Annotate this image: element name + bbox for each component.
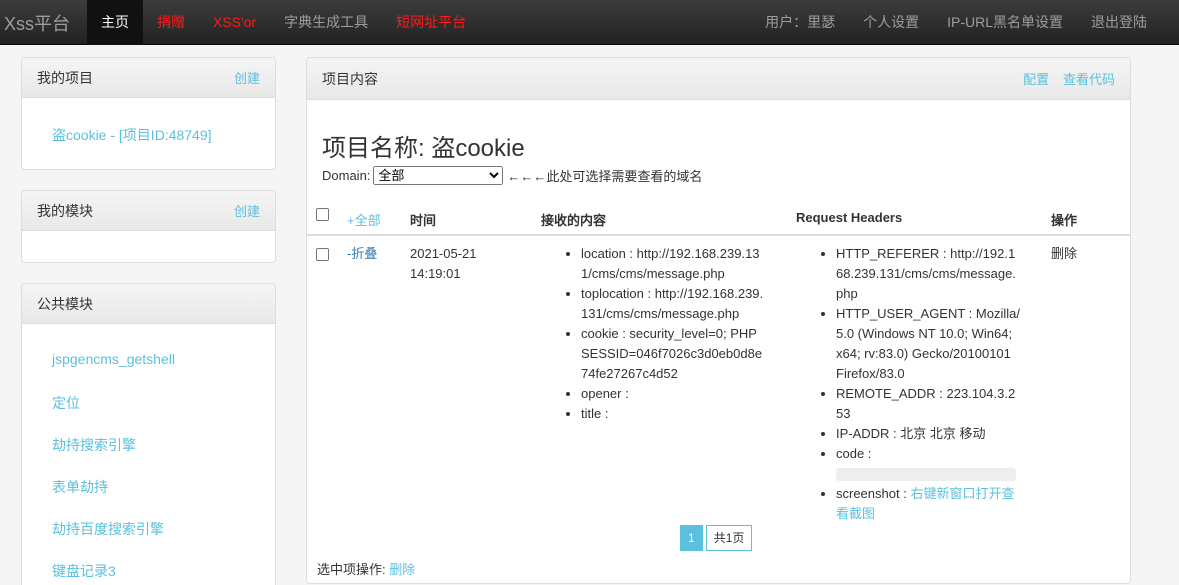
pagination: 1 共1页	[680, 525, 755, 551]
domain-label: Domain:	[322, 168, 371, 183]
list-item: toplocation : http://192.168.239.131/cms…	[581, 284, 765, 324]
nav-home[interactable]: 主页	[87, 0, 143, 45]
col-received: 接收的内容	[541, 213, 607, 228]
project-name-heading: 项目名称: 盗cookie	[322, 135, 525, 162]
project-content-panel: 项目内容 配置 查看代码 项目名称: 盗cookie Domain: 全部 ←←…	[306, 57, 1131, 584]
list-item: opener :	[581, 384, 765, 404]
nav-logout[interactable]: 退出登陆	[1077, 0, 1161, 45]
page-current[interactable]: 1	[680, 525, 703, 551]
project-content-title: 项目内容	[322, 70, 378, 87]
list-item: 定位	[52, 393, 275, 435]
nav-donate[interactable]: 捐赠	[143, 0, 199, 45]
row-checkbox[interactable]	[316, 248, 329, 261]
list-item: HTTP_REFERER : http://192.168.239.131/cm…	[836, 244, 1020, 304]
module-link[interactable]: 表单劫持	[52, 479, 108, 495]
public-modules-title: 公共模块	[37, 295, 93, 312]
project-content-header: 项目内容 配置 查看代码	[307, 58, 1130, 100]
table-header: +全部 时间 接收的内容 Request Headers 操作	[307, 200, 1130, 236]
my-projects-title: 我的项目	[37, 69, 93, 86]
nav-xssor[interactable]: XSS'or	[199, 0, 270, 45]
received-content: location : http://192.168.239.131/cms/cm…	[565, 244, 765, 424]
public-modules-header: 公共模块	[22, 284, 275, 324]
nav-settings[interactable]: 个人设置	[849, 0, 933, 45]
nav-short-url[interactable]: 短网址平台	[382, 0, 480, 45]
list-item: title :	[581, 404, 765, 424]
nav-blacklist[interactable]: IP-URL黑名单设置	[933, 0, 1077, 45]
list-item: 键盘记录3	[52, 561, 275, 585]
batch-delete-link[interactable]: 删除	[389, 562, 415, 577]
list-item: jspgencms_getshell	[52, 351, 275, 393]
domain-select[interactable]: 全部	[373, 166, 504, 185]
module-link[interactable]: 劫持百度搜索引擎	[52, 521, 164, 537]
domain-hint: ←←←此处可选择需要查看的域名	[507, 169, 703, 184]
list-item: IP-ADDR : 北京 北京 移动	[836, 424, 1020, 444]
my-modules-title: 我的模块	[37, 202, 93, 219]
nav-user-name[interactable]: 用户：里瑟	[751, 0, 849, 45]
list-item: 劫持百度搜索引擎	[52, 519, 275, 561]
public-modules-list: jspgencms_getshell 定位 劫持搜索引擎 表单劫持 劫持百度搜索…	[22, 351, 275, 585]
screenshot-label: screenshot :	[836, 486, 907, 501]
create-module-link[interactable]: 创建	[234, 201, 260, 220]
code-label: code :	[836, 446, 872, 461]
batch-label: 选中项操作:	[317, 562, 386, 577]
nav-dict-tool[interactable]: 字典生成工具	[270, 0, 382, 45]
delete-row-link[interactable]: 删除	[1051, 244, 1077, 264]
select-all-checkbox[interactable]	[316, 208, 329, 221]
row-time: 2021-05-21 14:19:01	[410, 246, 477, 281]
request-headers: HTTP_REFERER : http://192.168.239.131/cm…	[820, 244, 1020, 524]
page-total: 共1页	[705, 525, 753, 551]
config-link[interactable]: 配置	[1023, 72, 1049, 87]
my-modules-panel: 我的模块 创建	[21, 190, 276, 263]
col-action: 操作	[1051, 213, 1078, 228]
header-links: 配置 查看代码	[1013, 69, 1115, 88]
module-link[interactable]: 定位	[52, 395, 80, 411]
nav-main: 主页 捐赠 XSS'or 字典生成工具 短网址平台	[87, 0, 480, 45]
collapse-toggle[interactable]: -折叠	[347, 244, 377, 264]
my-modules-header: 我的模块 创建	[22, 191, 275, 231]
list-item: code :	[836, 444, 1020, 484]
my-projects-header: 我的项目 创建	[22, 58, 275, 98]
col-headers: Request Headers	[796, 210, 903, 225]
expand-all-link[interactable]: +全部	[347, 210, 381, 229]
module-link[interactable]: 键盘记录3	[52, 563, 116, 579]
create-project-link[interactable]: 创建	[234, 68, 260, 87]
module-link[interactable]: jspgencms_getshell	[52, 351, 175, 367]
batch-actions: 选中项操作: 删除	[317, 559, 415, 578]
nav-user: 用户：里瑟 个人设置 IP-URL黑名单设置 退出登陆	[751, 0, 1161, 45]
col-time: 时间	[410, 213, 437, 228]
code-value-bar	[836, 468, 1016, 482]
list-item: REMOTE_ADDR : 223.104.3.253	[836, 384, 1020, 424]
list-item: 劫持搜索引擎	[52, 435, 275, 477]
project-link[interactable]: 盗cookie - [项目ID:48749]	[52, 127, 212, 143]
list-item: 表单劫持	[52, 477, 275, 519]
list-item: location : http://192.168.239.131/cms/cm…	[581, 244, 765, 284]
list-item: screenshot : 右键新窗口打开查看截图	[836, 484, 1020, 524]
my-projects-panel: 我的项目 创建 盗cookie - [项目ID:48749]	[21, 57, 276, 170]
module-link[interactable]: 劫持搜索引擎	[52, 437, 136, 453]
brand-logo[interactable]: Xss平台	[4, 10, 70, 36]
view-code-link[interactable]: 查看代码	[1063, 72, 1115, 87]
list-item: HTTP_USER_AGENT : Mozilla/5.0 (Windows N…	[836, 304, 1020, 384]
public-modules-panel: 公共模块 jspgencms_getshell 定位 劫持搜索引擎 表单劫持 劫…	[21, 283, 276, 585]
list-item: cookie : security_level=0; PHPSESSID=046…	[581, 324, 765, 384]
domain-filter: Domain: 全部 ←←←此处可选择需要查看的域名	[322, 166, 702, 185]
top-navbar: Xss平台 主页 捐赠 XSS'or 字典生成工具 短网址平台 用户：里瑟 个人…	[0, 0, 1179, 45]
